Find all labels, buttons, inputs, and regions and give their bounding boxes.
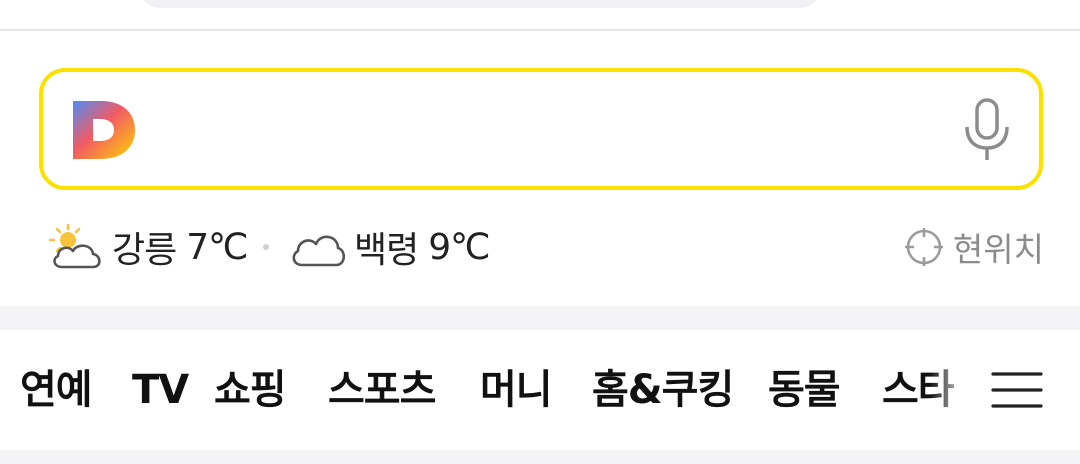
nav-item-money[interactable]: 머니 [480,330,553,450]
nav-item-entertainment[interactable]: 연예 [20,330,93,450]
nav-item-animals[interactable]: 동물 [768,330,841,450]
microphone-icon[interactable] [961,97,1013,163]
weather-city: 강릉 [112,230,177,271]
search-box[interactable] [39,68,1043,190]
current-location-label: 현위치 [952,230,1044,269]
category-nav: 연예 TV 쇼핑 스포츠 머니 홈&쿠킹 동물 스타 [0,330,1080,450]
crosshair-icon [904,228,943,266]
weather-temp: 7℃ [186,226,248,268]
nav-item-home-cooking[interactable]: 홈&쿠킹 [592,330,734,450]
section-divider [0,306,1080,330]
weather-city: 백령 [354,230,419,271]
nav-fade [930,330,970,450]
daum-logo-icon [73,101,135,159]
category-nav-track: 연예 TV 쇼핑 스포츠 머니 홈&쿠킹 동물 스타 [0,330,970,450]
nav-item-tv[interactable]: TV [132,330,189,450]
nav-item-sports[interactable]: 스포츠 [328,330,436,450]
weather-item[interactable]: 강릉 7℃ [48,222,249,272]
top-search-pill[interactable] [140,0,820,8]
divider [0,29,1080,31]
section-divider [0,450,1080,464]
cloud-icon [292,235,346,267]
current-location-button[interactable]: 현위치 [904,222,1044,272]
hamburger-menu-icon[interactable] [990,368,1044,412]
weather-temp: 9℃ [428,226,490,268]
nav-item-shopping[interactable]: 쇼핑 [214,330,287,450]
weather-item[interactable]: 백령 9℃ [290,222,491,272]
sun-cloud-icon [48,223,101,269]
separator-dot [263,244,269,250]
weather-bar: 강릉 7℃ 백령 9℃ 현위치 [0,222,1080,272]
